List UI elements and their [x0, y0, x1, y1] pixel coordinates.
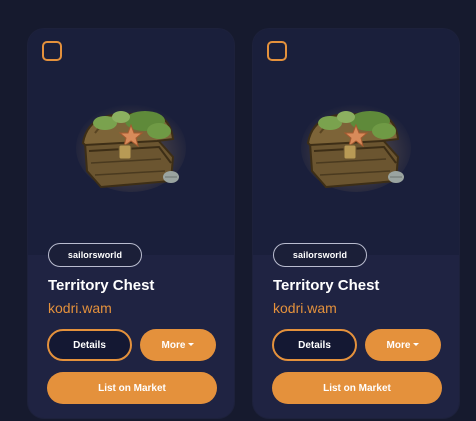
caret-down-icon [188, 342, 195, 346]
owner-name[interactable]: kodri.wam [48, 300, 112, 316]
owner-name[interactable]: kodri.wam [273, 300, 337, 316]
details-button[interactable]: Details [272, 329, 357, 361]
collection-badge[interactable]: sailorsworld [273, 243, 367, 267]
more-label: More [161, 339, 186, 351]
select-checkbox[interactable] [42, 41, 62, 61]
asset-title: Territory Chest [273, 277, 380, 294]
more-label: More [386, 339, 411, 351]
asset-title: Territory Chest [48, 277, 155, 294]
list-on-market-label: List on Market [98, 382, 166, 394]
list-on-market-button[interactable]: List on Market [47, 372, 217, 404]
more-dropdown-button[interactable]: More [140, 329, 216, 361]
list-on-market-button[interactable]: List on Market [272, 372, 442, 404]
caret-down-icon [413, 342, 420, 346]
more-dropdown-button[interactable]: More [365, 329, 441, 361]
asset-card: sailorsworld Territory Chest kodri.wam D… [28, 29, 234, 418]
treasure-chest-icon [301, 104, 411, 192]
details-button[interactable]: Details [47, 329, 132, 361]
details-label: Details [298, 339, 331, 351]
nft-grid: sailorsworld Territory Chest kodri.wam D… [0, 0, 476, 421]
details-label: Details [73, 339, 106, 351]
collection-badge[interactable]: sailorsworld [48, 243, 142, 267]
asset-card: sailorsworld Territory Chest kodri.wam D… [253, 29, 459, 418]
list-on-market-label: List on Market [323, 382, 391, 394]
treasure-chest-icon [76, 104, 186, 192]
select-checkbox[interactable] [267, 41, 287, 61]
